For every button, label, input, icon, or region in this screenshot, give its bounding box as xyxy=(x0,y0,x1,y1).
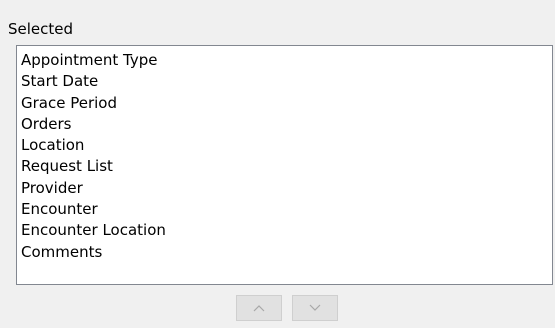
selected-listbox[interactable]: Appointment Type Start Date Grace Period… xyxy=(16,45,553,285)
chevron-down-icon xyxy=(309,304,321,312)
list-item[interactable]: Location xyxy=(21,135,552,156)
list-item[interactable]: Orders xyxy=(21,114,552,135)
list-item[interactable]: Appointment Type xyxy=(21,50,552,71)
list-item[interactable]: Comments xyxy=(21,242,552,263)
list-item[interactable]: Grace Period xyxy=(21,93,552,114)
list-item[interactable]: Start Date xyxy=(21,71,552,92)
selected-label: Selected xyxy=(8,20,74,38)
move-up-button[interactable] xyxy=(236,295,282,321)
list-item[interactable]: Request List xyxy=(21,156,552,177)
list-item[interactable]: Provider xyxy=(21,178,552,199)
move-down-button[interactable] xyxy=(292,295,338,321)
list-item[interactable]: Encounter xyxy=(21,199,552,220)
chevron-up-icon xyxy=(253,304,265,312)
list-item[interactable]: Encounter Location xyxy=(21,220,552,241)
